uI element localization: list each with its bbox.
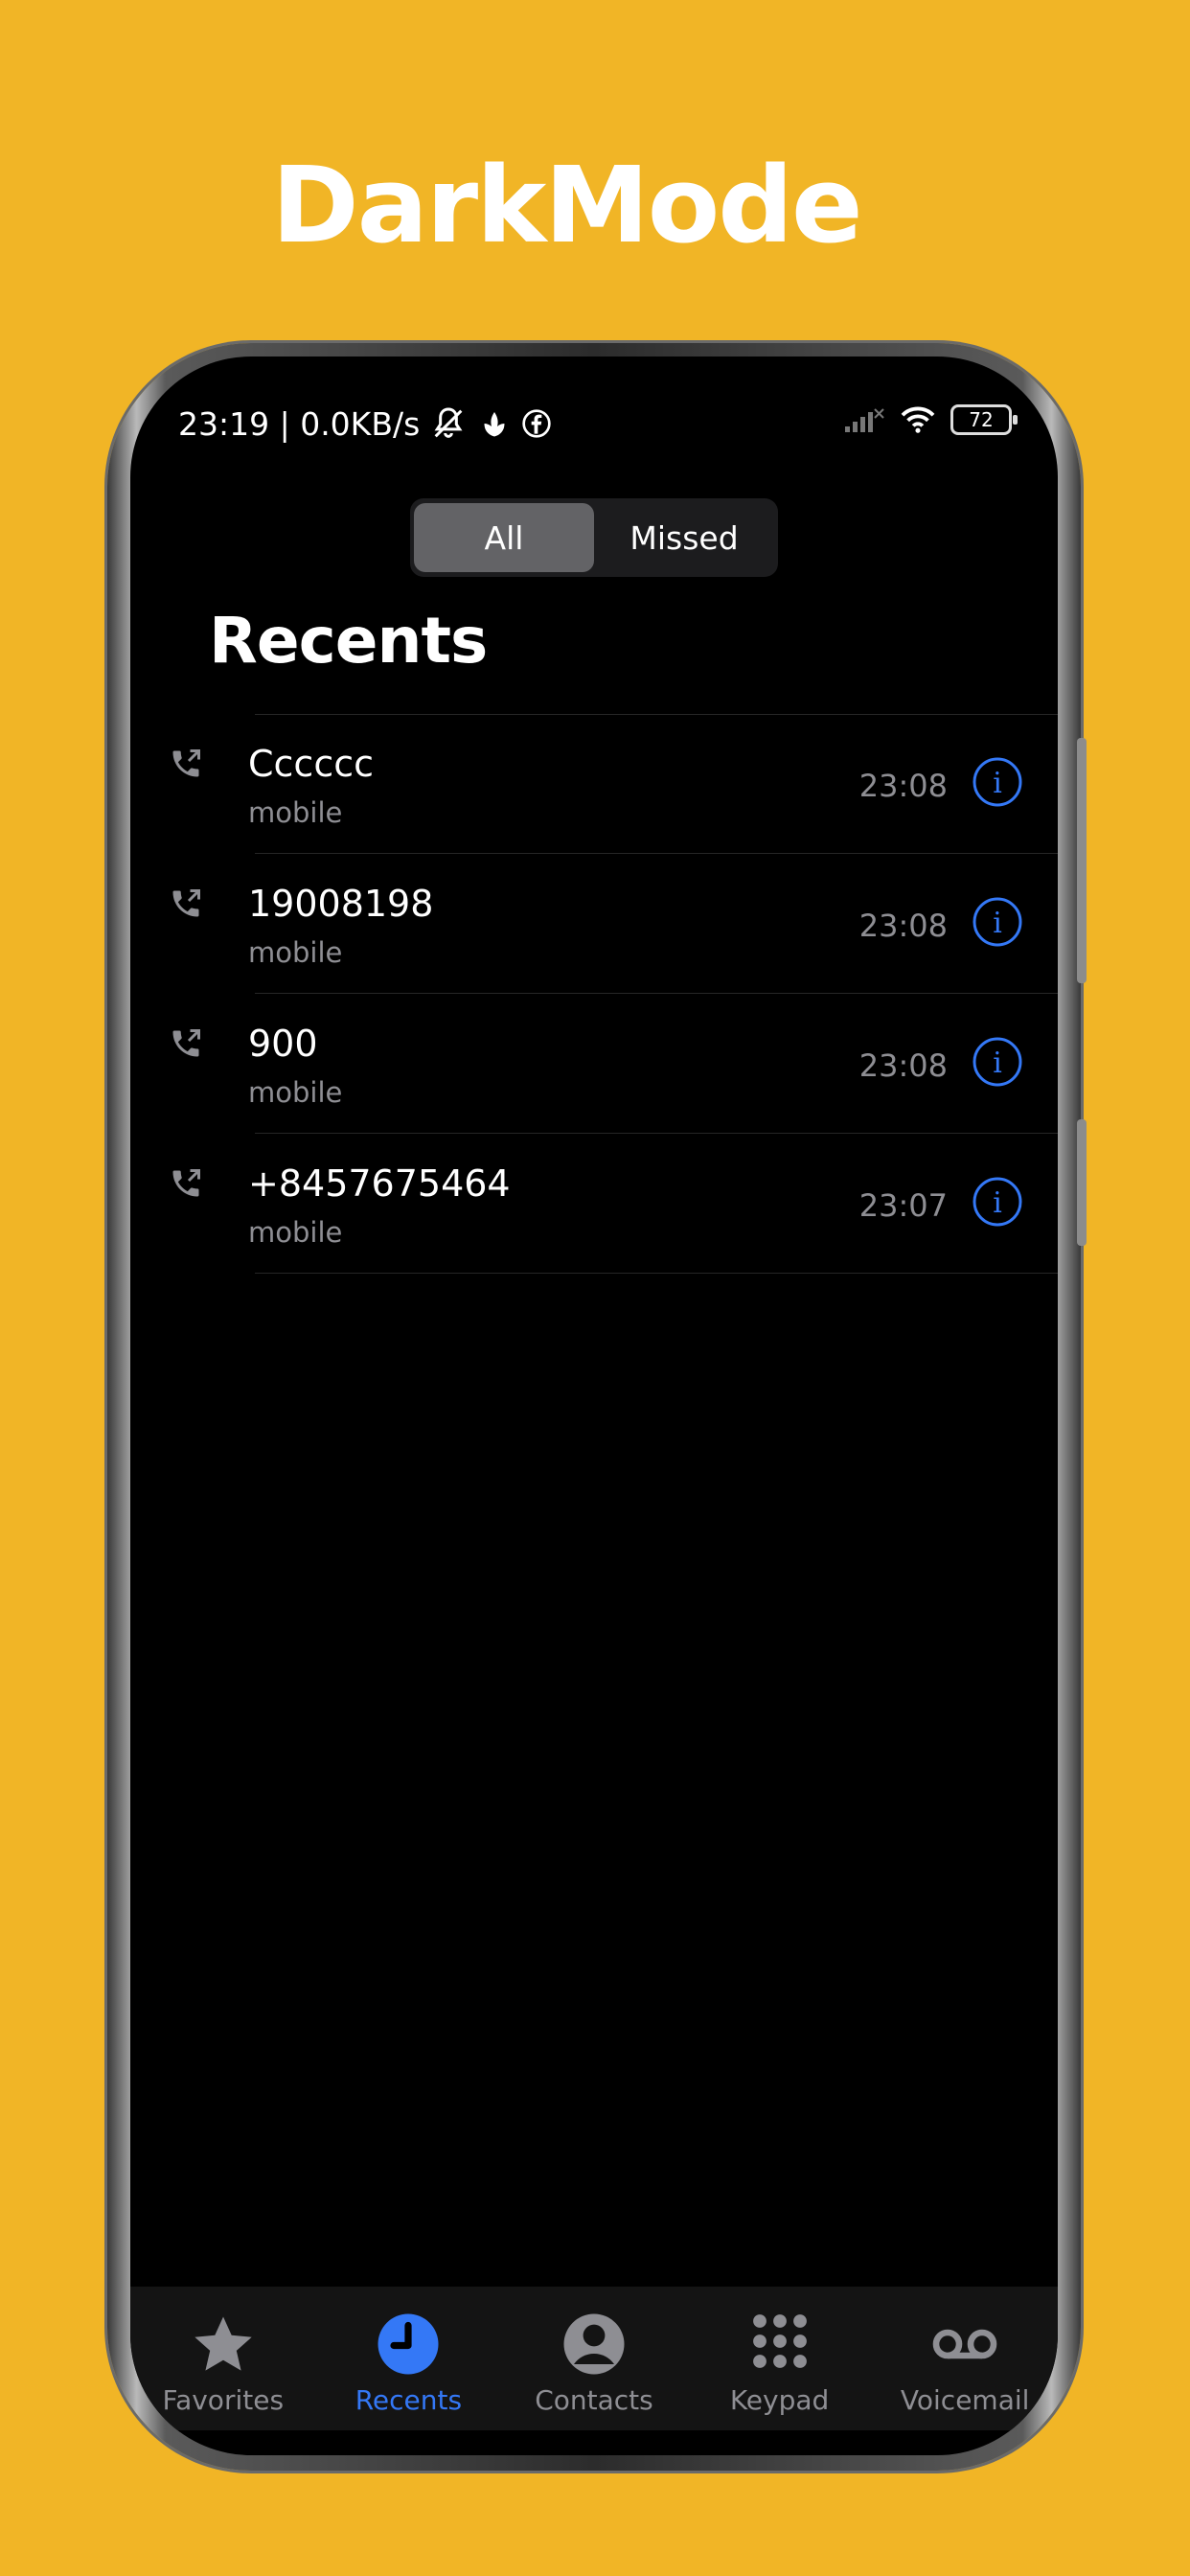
caller-name: +8457675464	[248, 1162, 511, 1205]
tab-label: Contacts	[535, 2384, 653, 2416]
caller-name: 900	[248, 1023, 318, 1065]
svg-text:i: i	[993, 1186, 1002, 1220]
page-title: Recents	[209, 604, 488, 678]
call-type: mobile	[248, 1216, 343, 1249]
tab-bar: Favorites Recents Contacts Keypad Voicem…	[130, 2287, 1058, 2430]
tab-voicemail[interactable]: Voicemail	[872, 2287, 1058, 2430]
caller-name: 19008198	[248, 883, 434, 925]
svg-text:i: i	[993, 907, 1002, 940]
call-type: mobile	[248, 1076, 343, 1109]
tab-label: Favorites	[162, 2384, 285, 2416]
outgoing-call-icon	[172, 1169, 200, 1197]
info-icon[interactable]: i	[972, 756, 1023, 808]
clock-icon	[378, 2313, 439, 2375]
svg-text:i: i	[993, 767, 1002, 800]
tab-label: Recents	[355, 2384, 463, 2416]
call-row[interactable]: 19008198 mobile 23:08 i	[130, 854, 1058, 994]
outgoing-call-icon	[172, 749, 200, 777]
call-time: 23:08	[858, 908, 948, 944]
recents-list: Cccccc mobile 23:08 i 19008198 mobile 23…	[130, 714, 1058, 1274]
info-icon[interactable]: i	[972, 896, 1023, 948]
voicemail-icon	[932, 2329, 997, 2359]
outgoing-call-icon	[172, 889, 200, 917]
tab-favorites[interactable]: Favorites	[130, 2287, 316, 2430]
info-icon[interactable]: i	[972, 1036, 1023, 1088]
wifi-icon	[901, 406, 935, 433]
info-icon[interactable]: i	[972, 1176, 1023, 1228]
call-type: mobile	[248, 936, 343, 969]
call-row[interactable]: Cccccc mobile 23:08 i	[130, 714, 1058, 854]
call-time: 23:08	[858, 1047, 948, 1084]
status-bar: 23:19 | 0.0KB/s 72	[178, 404, 1018, 452]
svg-text:i: i	[993, 1046, 1002, 1080]
promo-title: DarkMode	[271, 144, 862, 266]
call-type: mobile	[248, 796, 343, 829]
call-row[interactable]: +8457675464 mobile 23:07 i	[130, 1134, 1058, 1274]
tab-label: Voicemail	[900, 2384, 1030, 2416]
person-circle-icon	[563, 2313, 625, 2375]
status-time: 23:19 | 0.0KB/s	[178, 404, 421, 443]
outgoing-call-icon	[172, 1029, 200, 1057]
call-time: 23:07	[858, 1187, 948, 1224]
star-icon	[195, 2316, 252, 2371]
battery-level: 72	[969, 408, 994, 431]
keypad-icon	[752, 2314, 807, 2368]
tab-label: Keypad	[729, 2384, 830, 2416]
call-time: 23:08	[858, 768, 948, 804]
tab-recents[interactable]: Recents	[316, 2287, 502, 2430]
battery-indicator: 72	[950, 404, 1018, 435]
flower-icon	[484, 412, 505, 437]
signal-icon	[845, 408, 884, 432]
tab-contacts[interactable]: Contacts	[501, 2287, 687, 2430]
power-button	[1077, 1119, 1087, 1246]
facebook-icon	[522, 409, 551, 438]
call-row[interactable]: 900 mobile 23:08 i	[130, 994, 1058, 1134]
caller-name: Cccccc	[248, 743, 374, 785]
bell-muted-icon	[434, 407, 463, 438]
segment-all[interactable]: All	[414, 503, 594, 572]
phone-screen: 23:19 | 0.0KB/s 72 All Missed Recents Cc…	[130, 356, 1058, 2455]
tab-keypad[interactable]: Keypad	[687, 2287, 873, 2430]
filter-segmented-control: All Missed	[410, 498, 778, 577]
volume-up-button	[1077, 738, 1087, 983]
segment-missed[interactable]: Missed	[594, 503, 774, 572]
